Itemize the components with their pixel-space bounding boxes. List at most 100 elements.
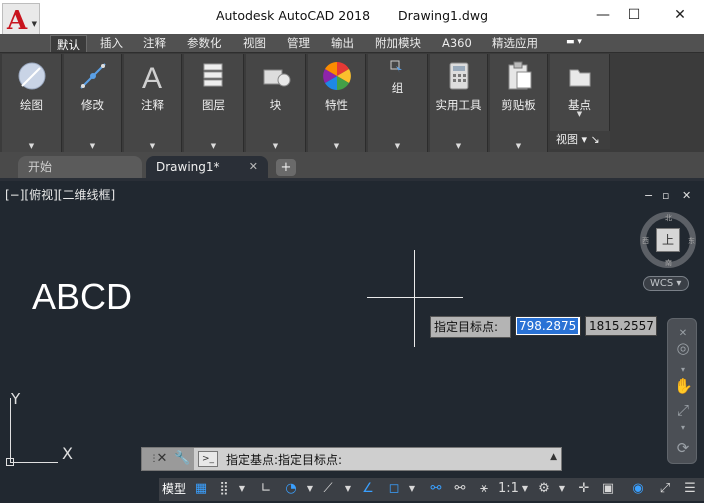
tab-home[interactable]: 默认 bbox=[50, 35, 87, 52]
close-button[interactable]: ✕ bbox=[666, 4, 694, 26]
ortho-icon[interactable]: ∟ bbox=[258, 479, 274, 499]
dynamic-input-y-field[interactable]: 1815.2557 bbox=[585, 316, 657, 336]
ribbon-toggle-icon[interactable]: ▬ ▾ bbox=[566, 37, 596, 49]
tab-addins[interactable]: 附加模块 bbox=[373, 34, 423, 52]
viewport-label[interactable]: [−][俯视][二维线框] bbox=[5, 186, 115, 203]
ucs-x-label: X bbox=[62, 444, 73, 463]
workspace-gear-icon[interactable]: ⚙ bbox=[536, 479, 552, 499]
command-line: ⋮ ✕ 🔧 >_ 指定基点:指定目标点: ▲ bbox=[141, 447, 562, 471]
tab-drawing1[interactable]: Drawing1* ✕ bbox=[146, 156, 268, 178]
isodraft-icon[interactable]: ⟋ bbox=[320, 479, 336, 499]
panel-utilities-label: 实用工具 bbox=[435, 98, 482, 112]
annotation-visibility-icon[interactable]: ⚯ bbox=[428, 479, 444, 499]
maximize-button[interactable]: ☐ bbox=[620, 4, 648, 26]
auto-scale-icon[interactable]: ⚯ bbox=[452, 479, 468, 499]
modify-icon bbox=[79, 63, 106, 89]
steering-wheel-icon[interactable]: ◎ bbox=[674, 339, 692, 357]
close-tab-icon[interactable]: ✕ bbox=[249, 156, 258, 178]
panel-group[interactable]: 组 ▼ bbox=[368, 54, 428, 152]
fullscreen-icon[interactable]: ⤢ bbox=[656, 479, 674, 499]
ucs-y-label: Y bbox=[11, 390, 21, 408]
panel-layers-label: 图层 bbox=[202, 98, 225, 112]
chevron-down-icon[interactable]: ▼ bbox=[519, 479, 531, 499]
file-tab-bar: 开始 Drawing1* ✕ + bbox=[0, 152, 704, 178]
orbit-icon[interactable]: ⟳ bbox=[674, 439, 692, 457]
command-history-arrow-icon[interactable]: ▲ bbox=[550, 452, 557, 462]
panel-utilities[interactable]: 实用工具 ▼ bbox=[430, 54, 488, 152]
basepoint-icon bbox=[569, 69, 590, 87]
wrench-icon[interactable]: 🔧 bbox=[174, 451, 190, 467]
tab-annotate[interactable]: 注释 bbox=[141, 34, 168, 52]
viewport-close-button[interactable]: ✕ bbox=[682, 189, 691, 202]
panel-properties-label: 特性 bbox=[325, 98, 348, 112]
ribbon-tab-bar: 默认 插入 注释 参数化 视图 管理 输出 附加模块 A360 精选应用 ▬ ▾ bbox=[0, 34, 704, 52]
drawing-text-object[interactable]: ABCD bbox=[32, 276, 132, 318]
tab-parametric[interactable]: 参数化 bbox=[185, 34, 224, 52]
isolate-objects-icon[interactable]: ◉ bbox=[628, 479, 648, 499]
chevron-down-icon: ▼ bbox=[149, 142, 156, 150]
tab-a360[interactable]: A360 bbox=[440, 34, 474, 52]
chevron-down-icon[interactable]: ▼ bbox=[304, 479, 316, 499]
navigation-bar: ✕ ◎ ▾ ✋ ⤢ ▾ ⟳ bbox=[667, 318, 697, 464]
viewport-restore-button[interactable]: ▫ bbox=[662, 189, 669, 202]
customization-menu-icon[interactable]: ☰ bbox=[680, 479, 700, 499]
scale-selector[interactable]: 1:1 bbox=[498, 479, 519, 499]
minimize-button[interactable]: — bbox=[589, 4, 617, 26]
svg-text:A: A bbox=[142, 62, 162, 92]
object-snap-tracking-icon[interactable]: ∠ bbox=[360, 479, 376, 499]
tab-drawing1-label: Drawing1* bbox=[156, 160, 220, 174]
pan-hand-icon[interactable]: ✋ bbox=[674, 377, 693, 395]
command-line-handle[interactable]: ⋮ ✕ 🔧 bbox=[142, 448, 194, 470]
command-input[interactable]: 指定基点:指定目标点: bbox=[226, 451, 342, 468]
tab-featured-apps[interactable]: 精选应用 bbox=[490, 34, 540, 52]
viewcube-north[interactable]: 北 bbox=[665, 213, 672, 223]
viewcube-south[interactable]: 南 bbox=[665, 258, 672, 268]
units-icon[interactable]: ▣ bbox=[598, 479, 618, 499]
chevron-down-icon[interactable]: ▼ bbox=[342, 479, 354, 499]
utilities-icon bbox=[449, 62, 468, 90]
panel-annotation[interactable]: A 注释 ▼ bbox=[124, 54, 182, 152]
chevron-down-icon: ▼ bbox=[394, 142, 401, 150]
panel-block[interactable]: 块 ▼ bbox=[246, 54, 306, 152]
tab-insert[interactable]: 插入 bbox=[98, 34, 125, 52]
annotation-scale-icon[interactable]: ⚹ bbox=[476, 479, 492, 499]
annotation-icon: A bbox=[142, 62, 162, 92]
viewcube-top-face[interactable]: 上 bbox=[656, 228, 680, 252]
chevron-down-icon[interactable]: ▾ bbox=[674, 419, 692, 437]
model-space-button[interactable]: 模型 bbox=[162, 479, 188, 499]
snap-icon[interactable]: ⣿ bbox=[216, 479, 232, 499]
zoom-extents-icon[interactable]: ⤢ bbox=[674, 401, 692, 419]
polar-tracking-icon[interactable]: ◔ bbox=[283, 479, 299, 499]
ucs-x-axis bbox=[10, 462, 58, 463]
panel-basepoint[interactable]: 基点 ▼ bbox=[550, 54, 610, 132]
tab-manage[interactable]: 管理 bbox=[285, 34, 312, 52]
grid-icon[interactable]: ▦ bbox=[193, 479, 209, 499]
panel-layers[interactable]: 图层 ▼ bbox=[184, 54, 244, 152]
viewcube-east[interactable]: 东 bbox=[688, 236, 695, 246]
tab-output[interactable]: 输出 bbox=[329, 34, 356, 52]
object-snap-icon[interactable]: ◻ bbox=[386, 479, 402, 499]
command-prompt-icon[interactable]: >_ bbox=[198, 451, 218, 467]
viewcube-west[interactable]: 西 bbox=[642, 236, 649, 246]
wcs-menu[interactable]: WCS ▾ bbox=[643, 276, 689, 291]
new-tab-button[interactable]: + bbox=[276, 159, 296, 176]
chevron-down-icon[interactable]: ▼ bbox=[406, 479, 418, 499]
panel-properties[interactable]: 特性 ▼ bbox=[308, 54, 366, 152]
chevron-down-icon[interactable]: ▼ bbox=[556, 479, 568, 499]
viewport-minimize-button[interactable]: − bbox=[644, 189, 653, 202]
title-bar: A ▼ Autodesk AutoCAD 2018 Drawing1.dwg —… bbox=[0, 0, 704, 39]
dynamic-input-x-field[interactable]: 798.2875 bbox=[515, 316, 581, 336]
chevron-down-icon[interactable]: ▼ bbox=[236, 479, 248, 499]
panel-clipboard[interactable]: 剪贴板 ▼ bbox=[490, 54, 548, 152]
ribbon-view-panel-title[interactable]: 视图 ▾ ↘ bbox=[550, 131, 610, 149]
tab-start[interactable]: 开始 bbox=[18, 156, 142, 178]
annotation-monitor-icon[interactable]: ✛ bbox=[576, 479, 592, 499]
tab-view[interactable]: 视图 bbox=[241, 34, 268, 52]
chevron-down-icon: ▼ bbox=[515, 142, 522, 150]
panel-draw[interactable]: 绘图 ▼ bbox=[2, 54, 62, 152]
close-icon[interactable]: ✕ bbox=[154, 451, 170, 467]
panel-group-label: 组 bbox=[391, 81, 404, 95]
crosshair-vertical bbox=[414, 250, 415, 347]
chevron-down-icon: ▼ bbox=[89, 142, 96, 150]
panel-modify[interactable]: 修改 ▼ bbox=[64, 54, 122, 152]
